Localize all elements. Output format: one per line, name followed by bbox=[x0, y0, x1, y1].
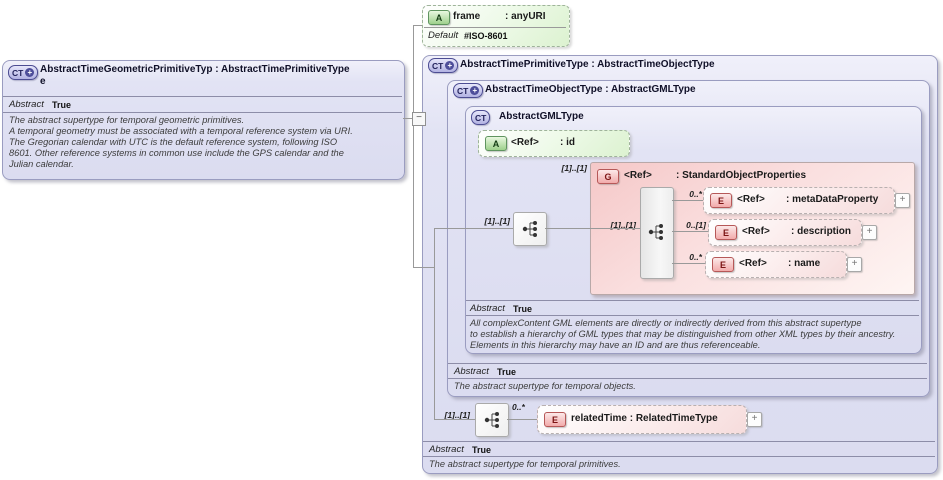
type-documentation: The abstract supertype for temporal prim… bbox=[429, 459, 621, 469]
abstract-value: True bbox=[497, 367, 517, 377]
type-title: AbstractTimeObjectType : AbstractGMLType bbox=[485, 84, 696, 95]
cardinality-label: [1]..[1] bbox=[561, 163, 588, 173]
element-icon: E bbox=[712, 257, 734, 272]
sequence-compositor[interactable] bbox=[475, 403, 509, 437]
connector-line bbox=[507, 419, 537, 420]
type-title: AbstractGMLType bbox=[499, 111, 584, 122]
connector-line bbox=[545, 228, 640, 229]
element-name: <Ref> bbox=[737, 194, 765, 205]
default-label: Default bbox=[428, 30, 459, 41]
cardinality-label: 0..* bbox=[689, 189, 702, 199]
group-type: : StandardObjectProperties bbox=[676, 170, 807, 181]
complex-type-icon: CT + bbox=[428, 58, 459, 73]
connector-line bbox=[434, 228, 513, 229]
cardinality-label: 0..[1] bbox=[686, 220, 706, 230]
divider bbox=[466, 315, 919, 316]
attribute-name: frame bbox=[453, 11, 481, 22]
connector-line bbox=[413, 124, 414, 267]
type-title: AbstractTimeGeometricPrimitiveTyp : Abst… bbox=[40, 64, 350, 75]
group-icon: G bbox=[597, 169, 619, 184]
element-name: <Ref> bbox=[742, 226, 770, 237]
complex-type-icon: CT + bbox=[8, 65, 39, 80]
abstract-label: Abstract bbox=[9, 99, 44, 110]
element-type: : name bbox=[788, 258, 821, 269]
connector-line bbox=[672, 263, 705, 264]
attribute-type: : id bbox=[560, 137, 575, 148]
plus-badge-icon: + bbox=[445, 61, 455, 70]
schema-diagram: − A frame : anyURI Default #ISO-8601 CT +… bbox=[0, 0, 943, 480]
element-type: : metaDataProperty bbox=[786, 194, 879, 205]
element-type: : description bbox=[791, 226, 852, 237]
cardinality-label: 0..* bbox=[689, 252, 702, 262]
connector-line bbox=[413, 25, 422, 26]
type-documentation: All complexContent GML elements are dire… bbox=[470, 318, 896, 350]
sequence-compositor[interactable] bbox=[513, 212, 547, 246]
minus-icon: − bbox=[416, 112, 422, 123]
divider bbox=[423, 456, 935, 457]
default-value: #ISO-8601 bbox=[464, 31, 508, 41]
divider bbox=[466, 300, 919, 301]
type-documentation: The abstract supertype for temporal geom… bbox=[9, 115, 353, 169]
attribute-name: <Ref> bbox=[511, 137, 539, 148]
sequence-icon bbox=[648, 224, 663, 240]
cardinality-label: 0..* bbox=[512, 402, 525, 412]
connector-line bbox=[413, 25, 414, 112]
element-icon: E bbox=[715, 225, 737, 240]
expand-icon[interactable]: + bbox=[747, 412, 762, 427]
abstract-value: True bbox=[472, 445, 492, 455]
sequence-icon bbox=[484, 412, 499, 428]
type-title: AbstractTimePrimitiveType : AbstractTime… bbox=[460, 59, 715, 70]
element-icon: E bbox=[544, 412, 566, 427]
divider bbox=[448, 363, 927, 364]
plus-badge-icon: + bbox=[25, 68, 35, 77]
expand-icon[interactable]: + bbox=[862, 225, 877, 240]
connector-line bbox=[672, 231, 708, 232]
abstract-value: True bbox=[513, 304, 533, 314]
group-name: <Ref> bbox=[624, 170, 652, 181]
element-icon: E bbox=[710, 193, 732, 208]
plus-badge-icon: + bbox=[470, 86, 480, 95]
connector-line bbox=[434, 228, 435, 419]
complex-type-icon: CT bbox=[471, 110, 491, 125]
expand-icon[interactable]: + bbox=[847, 257, 862, 272]
type-documentation: The abstract supertype for temporal obje… bbox=[454, 381, 636, 391]
divider bbox=[448, 378, 927, 379]
divider bbox=[3, 96, 402, 97]
abstract-label: Abstract bbox=[470, 303, 505, 314]
attribute-icon: A bbox=[485, 136, 507, 151]
connector-line bbox=[403, 118, 412, 119]
abstract-label: Abstract bbox=[429, 444, 464, 455]
attribute-icon: A bbox=[428, 10, 450, 25]
sequence-icon bbox=[522, 221, 537, 237]
expand-icon[interactable]: + bbox=[895, 193, 910, 208]
cardinality-label: [1]..[1] bbox=[484, 216, 511, 226]
element-name: relatedTime : RelatedTimeType bbox=[571, 413, 718, 424]
connector-line bbox=[672, 200, 703, 201]
collapse-toggle[interactable]: − bbox=[412, 112, 426, 126]
type-title-wrap: e bbox=[40, 76, 46, 87]
attribute-type: : anyURI bbox=[505, 11, 546, 22]
divider bbox=[424, 27, 566, 28]
abstract-label: Abstract bbox=[454, 366, 489, 377]
divider bbox=[3, 112, 402, 113]
abstract-value: True bbox=[52, 100, 72, 110]
complex-type-icon: CT + bbox=[453, 83, 484, 98]
connector-line bbox=[413, 267, 434, 268]
element-name: <Ref> bbox=[739, 258, 767, 269]
divider bbox=[423, 441, 935, 442]
connector-line bbox=[434, 419, 475, 420]
